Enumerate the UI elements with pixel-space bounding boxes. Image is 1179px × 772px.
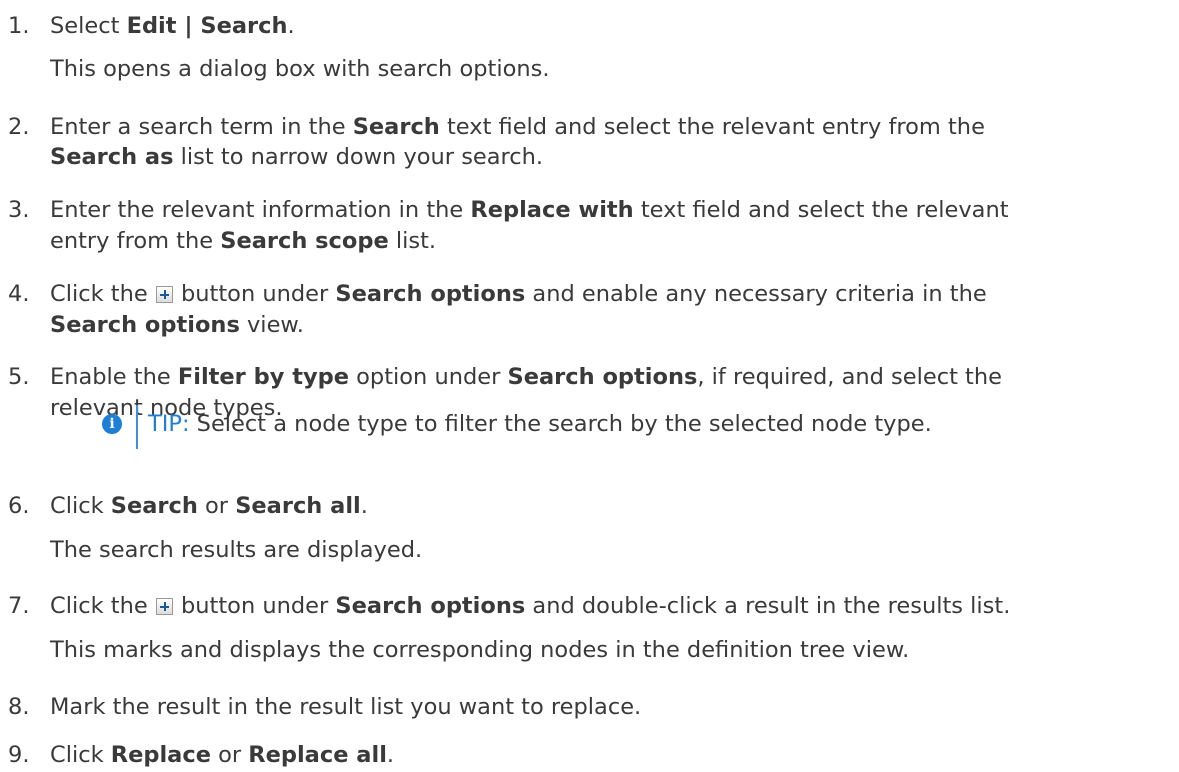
text-run: .: [287, 13, 295, 39]
step-text: Click the button under Search options an…: [50, 591, 1010, 621]
text-run: .: [360, 493, 368, 519]
step-number: 8.: [8, 694, 30, 720]
text-run: option under: [349, 364, 508, 390]
info-icon: i: [102, 414, 122, 434]
text-run: Click the: [50, 281, 155, 307]
step-text: entry from the Search scope list.: [50, 226, 436, 256]
text-run: Click the: [50, 593, 155, 619]
text-run: list.: [388, 228, 437, 254]
text-run: or: [197, 493, 236, 519]
bold-term: Replace all: [248, 742, 387, 768]
bold-term: Search as: [50, 144, 174, 170]
step-text: Click Search or Search all.: [50, 491, 368, 521]
step-number: 9.: [8, 742, 30, 768]
text-run: .: [386, 742, 395, 768]
step-note: This marks and displays the correspondin…: [50, 637, 910, 663]
text-run: and enable any necessary criteria in the: [525, 281, 987, 307]
text-run: view.: [239, 312, 304, 338]
bold-term: Search: [110, 493, 198, 519]
plus-icon: [155, 286, 173, 303]
step-number: 3.: [8, 197, 30, 223]
bold-term: Edit | Search: [126, 13, 288, 39]
step-number: 2.: [8, 114, 30, 140]
step-text: Select Edit | Search.: [50, 11, 295, 41]
step-note: This opens a dialog box with search opti…: [50, 56, 550, 82]
tip: TIP: Select a node type to filter the se…: [148, 409, 932, 439]
step-text: Click the button under Search options an…: [50, 279, 987, 309]
bold-term: Search options: [50, 312, 240, 338]
step-text: Search options view.: [50, 310, 304, 340]
bold-term: Search options: [335, 593, 526, 619]
step-text: Search as list to narrow down your searc…: [50, 142, 543, 172]
step-number: 4.: [8, 281, 30, 307]
step-number: 6.: [8, 493, 30, 519]
text-run: Click: [50, 742, 111, 768]
text-run: text field and select the relevant: [633, 197, 1009, 223]
text-run: button under: [173, 593, 336, 619]
text-run: Enable the: [50, 364, 178, 390]
text-run: or: [210, 742, 249, 768]
bold-term: Search options: [507, 364, 698, 390]
text-run: Click: [50, 493, 111, 519]
step-text: Mark the result in the result list you w…: [50, 692, 641, 722]
text-run: entry from the: [50, 228, 221, 254]
text-run: Select: [50, 13, 127, 39]
step-text: Enter a search term in the Search text f…: [50, 112, 985, 142]
bold-term: Search scope: [220, 228, 389, 254]
text-run: Enter the relevant information in the: [50, 197, 471, 223]
bold-term: Filter by type: [177, 364, 350, 390]
tip-text: Select a node type to filter the search …: [189, 411, 932, 437]
text-run: text field and select the relevant entry…: [439, 114, 985, 140]
text-run: Mark the result in the result list you w…: [50, 694, 642, 720]
bold-term: Search all: [235, 493, 361, 519]
text-run: Enter a search term in the: [50, 114, 353, 140]
step-note: The search results are displayed.: [50, 537, 423, 563]
bold-term: Replace: [110, 742, 211, 768]
step-text: Enter the relevant information in the Re…: [50, 195, 1009, 225]
step-text: Enable the Filter by type option under S…: [50, 362, 1002, 392]
tip-divider: [136, 405, 138, 449]
bold-term: Replace with: [470, 197, 634, 223]
tip-label: TIP:: [148, 411, 190, 437]
step-text: Click Replace or Replace all.: [50, 740, 394, 770]
plus-icon: [155, 598, 173, 615]
step-number: 7.: [8, 593, 30, 619]
text-run: , if required, and select the: [697, 364, 1002, 390]
step-number: 5.: [8, 364, 30, 390]
text-run: and double-click a result in the results…: [525, 593, 1011, 619]
text-run: list to narrow down your search.: [173, 144, 544, 170]
bold-term: Search: [352, 114, 440, 140]
text-run: button under: [173, 281, 336, 307]
bold-term: Search options: [335, 281, 526, 307]
step-number: 1.: [8, 13, 30, 39]
